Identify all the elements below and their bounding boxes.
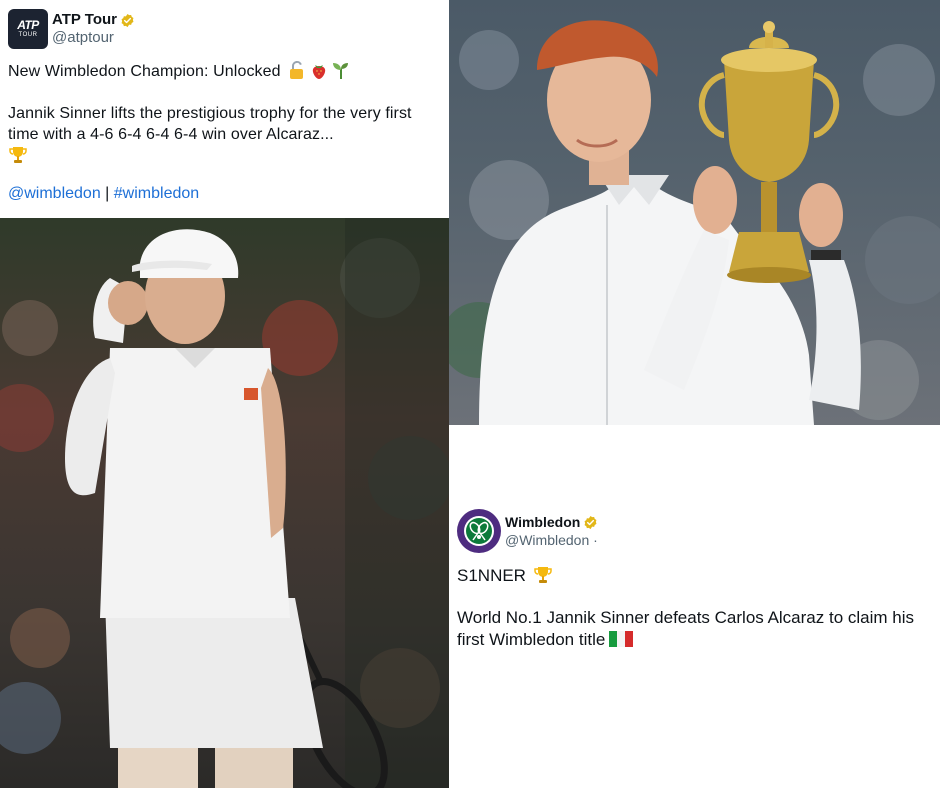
wimbledon-avatar[interactable] [457, 509, 501, 553]
wimbledon-tweet-body: World No.1 Jannik Sinner defeats Carlos … [457, 607, 927, 651]
atp-logo-text: ATP [17, 17, 39, 32]
trophy-icon [533, 567, 552, 583]
atp-tweet-header: ATP TOUR ATP Tour @atptour [8, 9, 441, 49]
atp-avatar[interactable]: ATP TOUR [8, 9, 48, 49]
atp-handle[interactable]: @atptour [52, 29, 135, 47]
wimbledon-hashtag-link[interactable]: #wimbledon [114, 185, 199, 202]
wimbledon-mention-link[interactable]: @wimbledon [8, 185, 101, 202]
celebration-illustration [0, 218, 449, 788]
atp-tweet-line1: New Wimbledon Champion: Unlocked [8, 60, 441, 82]
atp-names: ATP Tour @atptour [52, 11, 135, 47]
atp-tweet-card: ATP TOUR ATP Tour @atptour New Wimbledon… [0, 0, 449, 218]
wimbledon-crest-icon [459, 511, 499, 551]
verified-badge-icon [584, 515, 597, 529]
wimbledon-headline-text: S1NNER [457, 566, 526, 585]
sinner-celebration-photo[interactable] [0, 218, 449, 788]
seedling-icon [333, 63, 349, 79]
wimbledon-handle[interactable]: @Wimbledon · [505, 531, 598, 549]
atp-logo-subtext: TOUR [18, 31, 38, 38]
trophy-icon [9, 147, 27, 163]
wimbledon-tweet-header: Wimbledon @Wimbledon · [457, 509, 940, 553]
atp-tweet-body: Jannik Sinner lifts the prestigious trop… [8, 103, 441, 167]
sinner-trophy-photo[interactable] [449, 0, 940, 425]
wimbledon-display-name[interactable]: Wimbledon [505, 513, 580, 531]
atp-tweet-body-text: Jannik Sinner lifts the prestigious trop… [8, 105, 412, 143]
wimbledon-body-text: World No.1 Jannik Sinner defeats Carlos … [457, 608, 914, 649]
wimbledon-tweet-headline: S1NNER [457, 565, 940, 587]
atp-tweet-text: New Wimbledon Champion: Unlocked Jannik … [8, 60, 441, 167]
link-separator: | [100, 185, 114, 202]
trophy-illustration [449, 20, 940, 425]
wimbledon-tweet-text: S1NNER World No.1 Jannik Sinner defeats … [457, 565, 940, 651]
atp-display-name[interactable]: ATP Tour [52, 11, 117, 29]
atp-tweet-links: @wimbledon | #wimbledon [8, 184, 441, 204]
strawberry-icon [313, 65, 326, 79]
wimbledon-tweet-card: Wimbledon @Wimbledon · S1NNER World No.1… [449, 425, 940, 788]
italy-flag-icon [609, 631, 634, 647]
verified-badge-icon [121, 13, 134, 27]
atp-tweet-headline: New Wimbledon Champion: Unlocked [8, 63, 281, 80]
unlocked-padlock-icon [290, 60, 304, 79]
wimbledon-names: Wimbledon @Wimbledon · [505, 513, 598, 549]
